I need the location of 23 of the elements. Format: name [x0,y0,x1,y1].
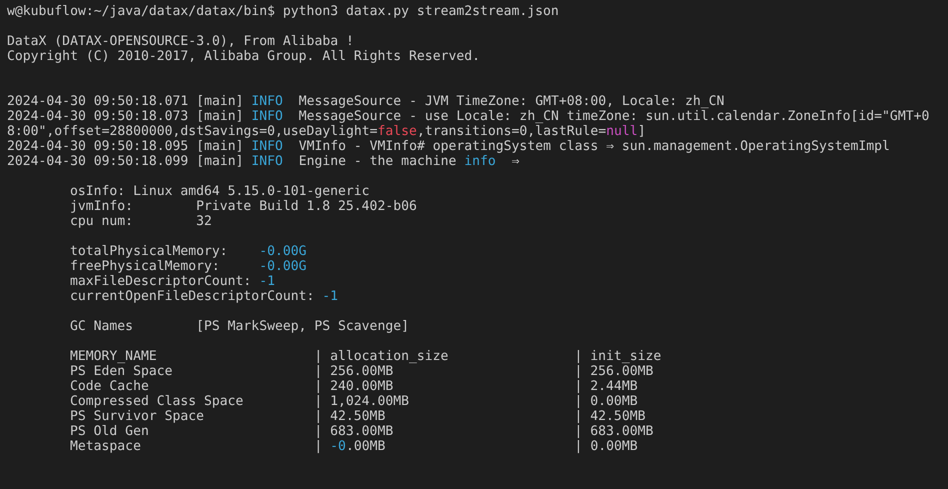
system-info-line: osInfo: Linux amd64 5.15.0-101-generic [70,184,370,199]
command-line: w@kubuflow:~/java/datax/datax/bin$ python3 datax.py stream2stream.json [7,4,559,19]
banner-line: DataX (DATAX-OPENSOURCE-3.0), From Alibaba ! [7,34,354,49]
system-info-line: GC Names [PS MarkSweep, PS Scavenge] [70,319,409,334]
system-info-line: jvmInfo: Private Build 1.8 25.402-b06 [70,199,417,214]
system-info-line: currentOpenFileDescriptorCount: -1 [70,289,338,304]
system-info-line: totalPhysicalMemory: -0.00G [70,244,307,259]
memory-table-row: PS Eden Space | 256.00MB | 256.00MB [70,364,654,379]
system-info-line: maxFileDescriptorCount: -1 [70,274,275,289]
log-line: 8:00",offset=28800000,dstSavings=0,useDaylight=false,transitions=0,lastRule=null] [7,124,646,139]
memory-table-row: PS Survivor Space | 42.50MB | 42.50MB [70,409,646,424]
memory-table-row: Compressed Class Space | 1,024.00MB | 0.00MB [70,394,638,409]
memory-table-row: Metaspace | -0.00MB | 0.00MB [70,439,638,454]
memory-table-row: Code Cache | 240.00MB | 2.44MB [70,379,638,394]
system-info-line: cpu num: 32 [70,214,212,229]
memory-table-row: MEMORY_NAME | allocation_size | init_size [70,349,662,364]
banner-line: Copyright (C) 2010-2017, Alibaba Group. All Rights Reserved. [7,49,480,64]
log-line: 2024-04-30 09:50:18.095 [main] INFO VMInfo - VMInfo# operatingSystem class ⇒ sun.management.OperatingSystemImpl [7,139,890,154]
memory-table-row: PS Old Gen | 683.00MB | 683.00MB [70,424,654,439]
log-line: 2024-04-30 09:50:18.071 [main] INFO MessageSource - JVM TimeZone: GMT+08:00, Locale: zh_CN [7,94,724,109]
log-line: 2024-04-30 09:50:18.099 [main] INFO Engine - the machine info ⇒ [7,154,520,169]
log-line: 2024-04-30 09:50:18.073 [main] INFO MessageSource - use Locale: zh_CN timeZone: sun.util.calendar.ZoneInfo[id="GMT+0 [7,109,930,124]
system-info-line: freePhysicalMemory: -0.00G [70,259,307,274]
